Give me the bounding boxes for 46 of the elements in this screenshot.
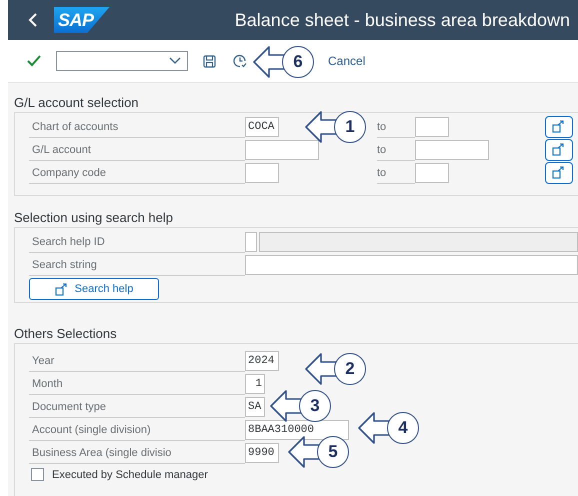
window-title: Balance sheet - business area breakdown — [234, 10, 570, 30]
multiple-selection-button[interactable] — [545, 162, 573, 184]
input-field[interactable] — [415, 116, 449, 136]
input-field[interactable] — [245, 232, 257, 252]
field-label: Month — [29, 372, 245, 394]
field-label: Year — [29, 350, 245, 372]
section-title: Others Selections — [14, 326, 118, 341]
callout-number: 6 — [282, 46, 314, 78]
save-icon[interactable] — [203, 54, 216, 68]
input-field[interactable] — [415, 140, 489, 160]
input-field[interactable]: 8BAA310000 — [245, 420, 349, 440]
arrow-out-icon — [552, 120, 566, 133]
multiple-selection-button[interactable] — [545, 116, 573, 138]
input-field[interactable]: 1 — [245, 374, 265, 394]
input-field[interactable] — [245, 140, 319, 160]
checkbox[interactable] — [31, 468, 44, 481]
input-field[interactable]: 9990 — [245, 442, 279, 462]
back-icon[interactable] — [28, 12, 38, 28]
multiple-selection-button[interactable] — [545, 138, 573, 160]
field-label: Search help ID — [29, 230, 245, 252]
search-help-button[interactable]: Search help — [29, 278, 159, 300]
chevron-down-icon — [169, 57, 181, 65]
section-title: Selection using search help — [14, 210, 174, 225]
input-field[interactable]: SA — [245, 396, 265, 416]
field-label: Account (single division) — [29, 418, 245, 440]
section-title: G/L account selection — [14, 95, 140, 110]
input-field[interactable] — [415, 162, 449, 182]
arrow-out-icon — [552, 143, 566, 156]
field-label: Company code — [29, 162, 245, 184]
arrow-out-icon — [552, 166, 566, 179]
checkbox-label: Executed by Schedule manager — [52, 468, 208, 480]
command-dropdown[interactable] — [56, 51, 188, 71]
clock-icon[interactable] — [233, 54, 247, 68]
field-label: Chart of accounts — [29, 116, 245, 138]
input-field[interactable]: COCA — [245, 116, 279, 136]
field-label: Business Area (single divisio — [29, 442, 245, 464]
input-field[interactable] — [245, 162, 279, 182]
field-label: G/L account — [29, 138, 245, 160]
input-field[interactable] — [245, 254, 578, 274]
arrow-out-icon — [54, 282, 69, 296]
checkmark-icon[interactable] — [27, 55, 41, 67]
field-label: Document type — [29, 396, 245, 418]
logo: SAP — [54, 7, 110, 33]
field-label: Search string — [29, 254, 245, 276]
cancel-button[interactable]: Cancel — [324, 52, 370, 70]
input-field[interactable]: 2024 — [245, 350, 279, 370]
